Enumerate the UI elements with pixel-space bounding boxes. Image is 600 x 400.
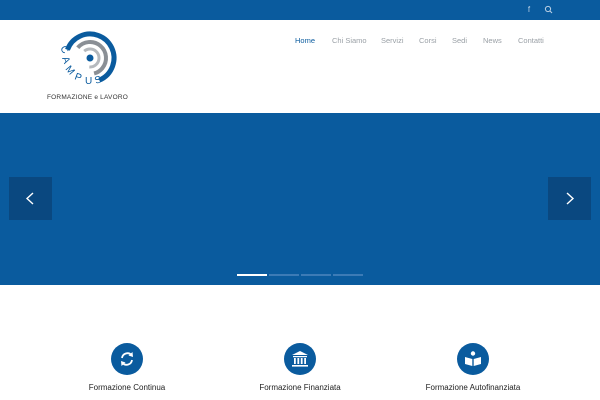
search-icon[interactable]	[543, 4, 555, 16]
chevron-left-icon	[25, 192, 34, 205]
feature-title: Formazione Autofinanziata	[425, 383, 521, 392]
nav-item-home[interactable]: Home	[295, 36, 315, 45]
nav-item-sedi[interactable]: Sedi	[452, 36, 467, 45]
logo-caption: FORMAZIONE e LAVORO	[47, 94, 128, 101]
hero-slider	[0, 113, 600, 285]
slider-dot-2[interactable]	[269, 274, 299, 276]
slider-next-button[interactable]	[548, 177, 591, 220]
feature-title: Formazione Continua	[88, 383, 166, 392]
chevron-right-icon	[566, 192, 575, 205]
facebook-icon[interactable]: f	[523, 4, 535, 16]
svg-text:P: P	[73, 71, 83, 84]
nav-item-chi-siamo[interactable]: Chi Siamo	[332, 36, 367, 45]
nav-item-news[interactable]: News	[483, 36, 502, 45]
nav-item-contatti[interactable]: Contatti	[518, 36, 544, 45]
bank-icon	[284, 343, 316, 375]
refresh-icon	[111, 343, 143, 375]
slider-dot-1[interactable]	[237, 274, 267, 276]
svg-text:U: U	[85, 76, 92, 87]
slider-prev-button[interactable]	[9, 177, 52, 220]
book-icon	[457, 343, 489, 375]
nav-item-servizi[interactable]: Servizi	[381, 36, 404, 45]
features-section: Formazione Continua Formazione Finanziat…	[0, 285, 600, 400]
top-bar: f	[0, 0, 600, 20]
feature-title: Formazione Finanziata	[259, 383, 341, 392]
site-header: C A M P U S FORMAZIONE e LAVORO Home Chi…	[0, 20, 600, 113]
main-nav: Home Chi Siamo Servizi Corsi Sedi News C…	[0, 36, 600, 48]
slider-pagination	[0, 274, 600, 277]
slider-dot-3[interactable]	[301, 274, 331, 276]
slider-dot-4[interactable]	[333, 274, 363, 276]
nav-item-corsi[interactable]: Corsi	[419, 36, 437, 45]
